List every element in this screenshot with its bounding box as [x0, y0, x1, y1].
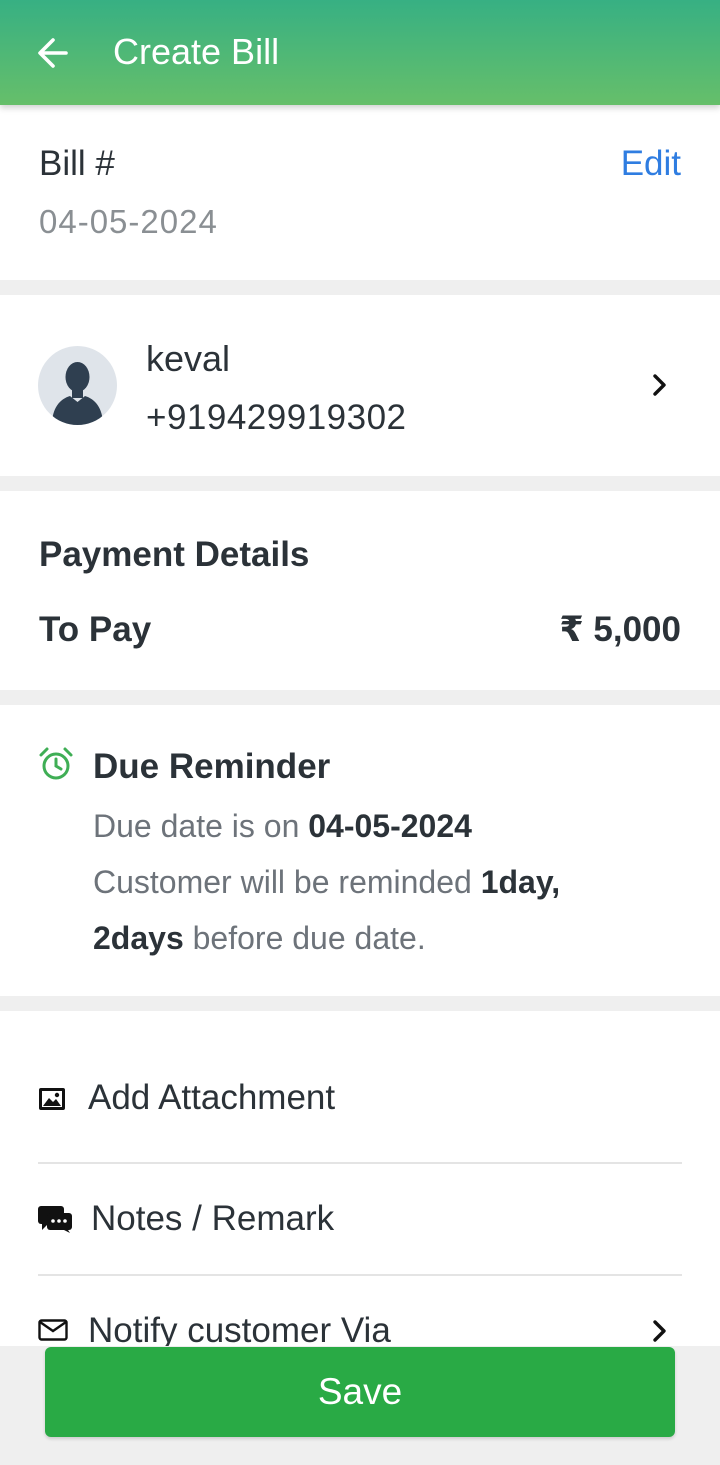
- reminder-text-line: Customer will be reminded 1day,: [93, 862, 560, 902]
- reminder-days-1: 1day,: [480, 864, 561, 900]
- avatar: [38, 346, 117, 425]
- reminder-days-2: 2days: [93, 920, 184, 956]
- app-bar: Create Bill: [0, 0, 720, 105]
- edit-link[interactable]: Edit: [621, 144, 681, 184]
- options-card: [0, 1011, 720, 1351]
- customer-name: keval: [146, 338, 231, 379]
- chevron-right-icon[interactable]: [651, 1318, 669, 1344]
- chat-bubbles-icon: [37, 1205, 73, 1233]
- bill-number-label: Bill #: [39, 144, 115, 183]
- customer-phone: +919429919302: [146, 398, 407, 437]
- chevron-right-icon[interactable]: [651, 372, 669, 398]
- page-title: Create Bill: [113, 31, 280, 72]
- due-date-prefix: Due date is on: [93, 808, 309, 844]
- notes-remark-option[interactable]: Notes / Remark: [91, 1199, 334, 1239]
- reminder-text-line-2: 2days before due date.: [93, 918, 426, 958]
- reminder-prefix: Customer will be reminded: [93, 864, 481, 900]
- to-pay-amount: ₹ 5,000: [559, 610, 681, 649]
- bill-date: 04-05-2024: [39, 203, 218, 240]
- add-attachment-option[interactable]: Add Attachment: [88, 1078, 335, 1118]
- reminder-suffix: before due date.: [183, 920, 426, 956]
- back-button[interactable]: [36, 33, 70, 73]
- alarm-clock-icon: [38, 746, 74, 782]
- bill-card: [0, 105, 720, 280]
- notify-customer-option[interactable]: Notify customer Via: [88, 1311, 391, 1351]
- due-date-text: Due date is on 04-05-2024: [93, 806, 472, 846]
- payment-details-heading: Payment Details: [39, 535, 310, 574]
- user-silhouette-icon: [52, 362, 103, 425]
- payment-card: [0, 491, 720, 690]
- due-date-value: 04-05-2024: [308, 808, 472, 844]
- envelope-icon: [38, 1319, 68, 1341]
- image-icon: [38, 1087, 66, 1111]
- to-pay-label: To Pay: [39, 610, 152, 649]
- save-button[interactable]: Save: [45, 1347, 675, 1437]
- divider: [38, 1162, 682, 1164]
- arrow-left-icon: [38, 38, 68, 68]
- due-reminder-heading: Due Reminder: [93, 747, 331, 786]
- divider: [38, 1274, 682, 1276]
